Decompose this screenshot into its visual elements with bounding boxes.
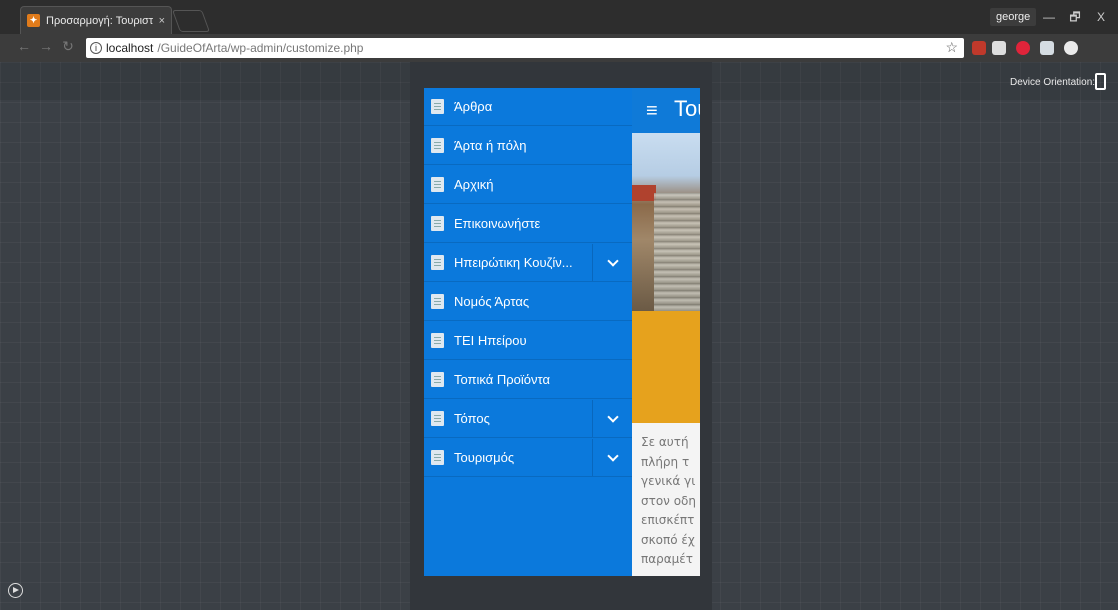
url-path: /GuideOfArta/wp-admin/customize.php — [157, 41, 364, 55]
hero-stone-wall-shape — [654, 193, 700, 311]
reload-icon[interactable]: ↻ — [58, 38, 78, 55]
paragraph-line: γενικά γι — [641, 474, 696, 488]
back-arrow-icon[interactable]: ← — [14, 38, 34, 54]
page-icon — [431, 216, 444, 231]
page-icon — [431, 177, 444, 192]
menu-item-label: Άρτα ή πόλη — [454, 138, 527, 153]
device-orientation-label: Device Orientation: — [1010, 77, 1096, 88]
hero-roof-shape — [632, 185, 656, 201]
browser-toolbar: ← → ↻ i localhost/GuideOfArta/wp-admin/c… — [0, 34, 1118, 62]
paragraph-line: επισκέπτ — [641, 513, 695, 527]
page-icon — [431, 294, 444, 309]
menu-item-topika-proionta[interactable]: Τοπικά Προϊόντα — [424, 361, 632, 399]
site-info-icon[interactable]: i — [90, 42, 102, 54]
navigation-drawer: Άρθρα Άρτα ή πόλη Αρχική Επικοινωνήστε Η… — [424, 88, 632, 576]
site-header: ≡ Του — [632, 88, 700, 133]
page-icon — [431, 99, 444, 114]
mobile-preview-screen: ≡ Του Σε αυτή πλήρη τ γενικά γι στον οδη… — [424, 88, 700, 576]
extension-drive-icon[interactable] — [1064, 41, 1078, 55]
tab-title: Προσαρμογή: Τουριστικ — [46, 14, 153, 27]
paragraph-line: παραμέτ — [641, 552, 694, 566]
menu-item-nomos-artas[interactable]: Νομός Άρτας — [424, 283, 632, 321]
menu-item-label: Νομός Άρτας — [454, 294, 530, 309]
intro-paragraph: Σε αυτή πλήρη τ γενικά γι στον οδη επισκ… — [632, 423, 700, 576]
tab-close-icon[interactable]: × — [159, 15, 165, 27]
menu-item-tei-ipeirou[interactable]: ΤΕΙ Ηπείρου — [424, 322, 632, 360]
site-title[interactable]: Του — [674, 96, 700, 122]
menu-item-label: Ηπειρώτικη Κουζίν... — [454, 255, 573, 270]
restore-button[interactable]: 🗗 — [1063, 8, 1087, 26]
paragraph-line: πλήρη τ — [641, 454, 690, 469]
menu-item-label: Αρχική — [454, 177, 494, 192]
menu-item-label: Τόπος — [454, 411, 490, 426]
submenu-toggle-button[interactable] — [592, 244, 632, 281]
close-window-button[interactable]: X — [1089, 8, 1113, 26]
chevron-down-icon — [606, 254, 619, 267]
bookmark-star-icon[interactable]: ☆ — [945, 39, 958, 56]
paragraph-line: σκοπό έχ — [641, 532, 695, 547]
phone-orientation-icon[interactable] — [1095, 73, 1106, 90]
page-icon — [431, 333, 444, 348]
extension-tools-icon[interactable] — [1040, 41, 1054, 55]
minimize-button[interactable]: — — [1037, 8, 1061, 26]
chevron-down-icon — [606, 449, 619, 462]
browser-titlebar: ✦ Προσαρμογή: Τουριστικ × george — 🗗 X — [0, 0, 1118, 34]
menu-item-arxiki[interactable]: Αρχική — [424, 166, 632, 204]
page-icon — [431, 411, 444, 426]
menu-item-ipeirotiki-kouzina[interactable]: Ηπειρώτικη Κουζίν... — [424, 244, 632, 282]
menu-item-arthra[interactable]: Άρθρα — [424, 88, 632, 126]
submenu-toggle-button[interactable] — [592, 439, 632, 476]
paragraph-line: στον οδη — [641, 493, 696, 508]
browser-tab[interactable]: ✦ Προσαρμογή: Τουριστικ × — [20, 6, 172, 34]
menu-item-label: Τοπικά Προϊόντα — [454, 372, 550, 387]
adblock-icon[interactable] — [1016, 41, 1030, 55]
menu-item-epikoinoniste[interactable]: Επικοινωνήστε — [424, 205, 632, 243]
menu-item-label: Επικοινωνήστε — [454, 216, 541, 231]
wordpress-favicon-icon: ✦ — [27, 14, 40, 27]
profile-button[interactable]: george — [990, 8, 1037, 26]
page-icon — [431, 255, 444, 270]
page-icon — [431, 138, 444, 153]
menu-item-tourismos[interactable]: Τουρισμός — [424, 439, 632, 477]
menu-item-arta-poli[interactable]: Άρτα ή πόλη — [424, 127, 632, 165]
menu-item-label: ΤΕΙ Ηπείρου — [454, 333, 527, 348]
hamburger-menu-icon[interactable]: ≡ — [646, 100, 658, 123]
submenu-toggle-button[interactable] — [592, 400, 632, 437]
hero-image — [632, 133, 700, 311]
url-bar[interactable]: i localhost/GuideOfArta/wp-admin/customi… — [86, 38, 964, 58]
url-host: localhost — [106, 41, 154, 55]
play-icon[interactable] — [8, 583, 23, 598]
page-icon — [431, 372, 444, 387]
paragraph-line: Σε αυτή — [641, 435, 689, 449]
menu-item-label: Τουρισμός — [454, 450, 515, 465]
menu-item-topos[interactable]: Τόπος — [424, 400, 632, 438]
forward-arrow-icon[interactable]: → — [36, 38, 56, 54]
accent-band — [632, 311, 700, 423]
extension-icon[interactable] — [972, 41, 986, 55]
chevron-down-icon — [606, 410, 619, 423]
extension-s-icon[interactable] — [992, 41, 1006, 55]
new-tab-button[interactable] — [171, 10, 211, 32]
page-icon — [431, 450, 444, 465]
menu-item-label: Άρθρα — [454, 99, 493, 114]
